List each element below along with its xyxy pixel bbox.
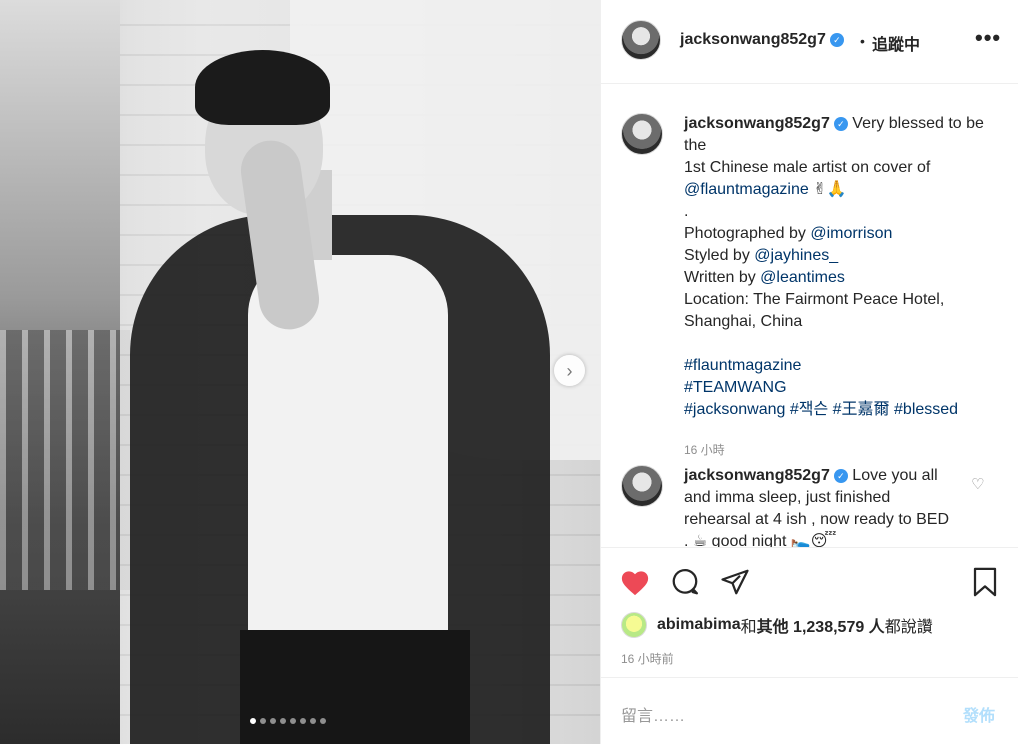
share-icon bbox=[721, 569, 749, 595]
written-prefix: Written by bbox=[684, 269, 761, 286]
chevron-right-icon: › bbox=[566, 360, 573, 381]
verified-badge-icon: ✓ bbox=[833, 469, 848, 483]
comment-body: jacksonwang852g7 ✓ Love you all and imma … bbox=[684, 465, 954, 547]
header-separator: • bbox=[860, 33, 865, 49]
caption-line2: 1st Chinese male artist on cover of bbox=[684, 159, 931, 176]
carousel-dots bbox=[250, 718, 326, 724]
comments-list[interactable]: jacksonwang852g7 ✓ Very blessed to be the… bbox=[601, 85, 1018, 547]
comment-input[interactable]: 留言…… bbox=[621, 702, 685, 726]
carousel-dot bbox=[290, 718, 296, 724]
save-button[interactable] bbox=[969, 566, 1001, 598]
post-timestamp[interactable]: 16 小時前 bbox=[621, 650, 674, 667]
post-photo[interactable] bbox=[0, 0, 600, 744]
styled-prefix: Styled by bbox=[684, 247, 755, 264]
post-header: jacksonwang852g7 ✓ • 追蹤中 ••• bbox=[601, 0, 1018, 84]
caption-emoji: ✌🙏 bbox=[813, 181, 847, 198]
caption-avatar[interactable] bbox=[621, 113, 663, 155]
mention-flauntmagazine[interactable]: @flauntmagazine bbox=[684, 181, 809, 198]
hashtag-flauntmagazine[interactable]: #flauntmagazine bbox=[684, 357, 801, 374]
author-username[interactable]: jacksonwang852g7 ✓ bbox=[680, 31, 844, 49]
author-username-text[interactable]: jacksonwang852g7 bbox=[680, 31, 826, 48]
author-avatar[interactable] bbox=[621, 20, 661, 60]
carousel-dot bbox=[280, 718, 286, 724]
carousel-dot bbox=[320, 718, 326, 724]
liker-avatar[interactable] bbox=[621, 612, 647, 638]
comment-icon bbox=[672, 568, 698, 595]
carousel-dot bbox=[270, 718, 276, 724]
hashtag-jackson-chinese[interactable]: #王嘉爾 bbox=[833, 401, 890, 418]
post-actions: abimabima 和 其他 1,238,579 人 都說讚 16 小時前 bbox=[601, 547, 1018, 677]
caption-dot: . bbox=[684, 203, 689, 220]
caption-time[interactable]: 16 小時 bbox=[684, 441, 725, 458]
verified-badge-icon: ✓ bbox=[829, 33, 844, 47]
carousel-dot bbox=[310, 718, 316, 724]
verified-badge-icon: ✓ bbox=[833, 117, 848, 131]
carousel-dot bbox=[260, 718, 266, 724]
mention-stylist[interactable]: @jayhines_ bbox=[754, 247, 838, 264]
heart-filled-icon bbox=[621, 571, 649, 596]
bookmark-icon bbox=[973, 567, 997, 597]
carousel-dot bbox=[300, 718, 306, 724]
photo-pants bbox=[240, 630, 470, 744]
photo-railing bbox=[0, 330, 130, 590]
post-side-panel: jacksonwang852g7 ✓ • 追蹤中 ••• jacksonwang8… bbox=[600, 0, 1018, 744]
comment-like-heart-icon[interactable]: ♡ bbox=[971, 477, 987, 493]
likes-conj: 和 bbox=[740, 619, 757, 636]
photographed-prefix: Photographed by bbox=[684, 225, 811, 242]
hashtag-jacksonwang[interactable]: #jacksonwang bbox=[684, 401, 785, 418]
carousel-dot bbox=[250, 718, 256, 724]
share-button[interactable] bbox=[719, 566, 751, 598]
add-comment-bar: 留言…… 發佈 bbox=[601, 677, 1018, 744]
mention-writer[interactable]: @leantimes bbox=[760, 269, 845, 286]
comment-button[interactable] bbox=[669, 566, 701, 598]
caption-location: Location: The Fairmont Peace Hotel, Shan… bbox=[684, 291, 945, 330]
follow-status-button[interactable]: 追蹤中 bbox=[872, 31, 920, 55]
likes-summary: abimabima 和 其他 1,238,579 人 都說讚 bbox=[621, 612, 933, 638]
comment-username[interactable]: jacksonwang852g7 bbox=[684, 467, 830, 484]
photo-hair bbox=[195, 50, 330, 125]
comment-avatar[interactable] bbox=[621, 465, 663, 507]
likes-suffix: 都說讚 bbox=[884, 619, 933, 636]
caption-body: jacksonwang852g7 ✓ Very blessed to be the… bbox=[684, 113, 994, 421]
hashtag-jackson-korean[interactable]: #잭슨 bbox=[790, 401, 828, 418]
hashtag-blessed[interactable]: #blessed bbox=[894, 401, 958, 418]
caption-username[interactable]: jacksonwang852g7 bbox=[684, 115, 830, 132]
liker-username[interactable]: abimabima bbox=[657, 616, 741, 634]
post-comment-button[interactable]: 發佈 bbox=[963, 702, 995, 726]
like-button[interactable] bbox=[619, 566, 651, 598]
likes-count[interactable]: 其他 1,238,579 人 bbox=[757, 613, 885, 637]
carousel-next-button[interactable]: › bbox=[554, 355, 585, 386]
hashtag-teamwang[interactable]: #TEAMWANG bbox=[684, 379, 787, 396]
more-options-icon[interactable]: ••• bbox=[975, 25, 1001, 51]
mention-photographer[interactable]: @imorrison bbox=[810, 225, 892, 242]
